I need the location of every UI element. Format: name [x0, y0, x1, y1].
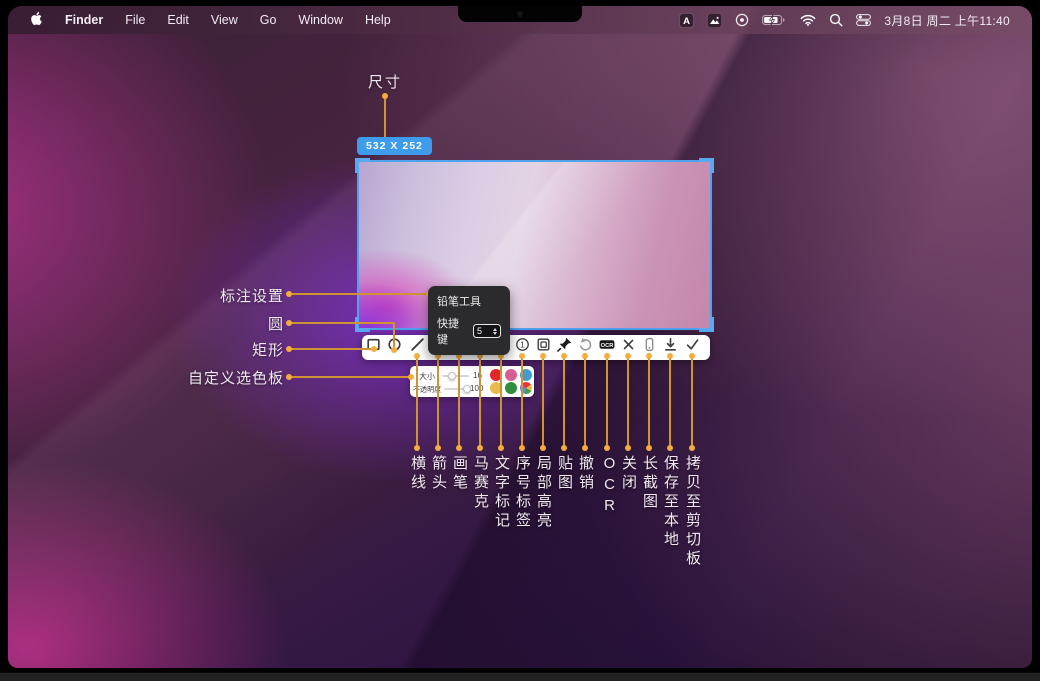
- tool-callout-label: 保存至本地: [662, 455, 679, 550]
- control-center-icon[interactable]: [856, 13, 872, 27]
- circle-callout-line-h: [286, 320, 395, 326]
- tool-callout-line: [667, 353, 673, 451]
- rectangle-callout-label: 矩形: [251, 342, 284, 359]
- screen: Finder File Edit View Go Window Help A 3月8日 周二 …: [8, 6, 1032, 668]
- camera-dot: [517, 11, 523, 17]
- size-label: 大小: [419, 372, 435, 381]
- tool-callout-line: [456, 353, 462, 451]
- menu-go[interactable]: Go: [260, 13, 277, 27]
- tool-callout-label: 关闭: [620, 455, 637, 493]
- pencil-tool-tooltip: 铅笔工具 快捷键 5: [428, 286, 510, 355]
- size-slider-knob[interactable]: [448, 372, 456, 380]
- input-source-icon[interactable]: A: [679, 12, 695, 28]
- circle-callout-line-v: [391, 322, 397, 353]
- menu-window[interactable]: Window: [298, 13, 342, 27]
- tool-callout-line: [519, 353, 525, 451]
- opacity-value: 100: [470, 384, 484, 393]
- selection-handle-top-right[interactable]: [699, 158, 714, 173]
- notch: [458, 6, 582, 22]
- screenshot-app-icon[interactable]: [707, 12, 723, 28]
- tool-callout-line: [435, 353, 441, 451]
- menubar-clock[interactable]: 3月8日 周二 上午11:40: [884, 12, 1010, 29]
- search-icon[interactable]: [829, 13, 843, 27]
- tool-settings-panel: 大小 16 不透明度 100: [410, 366, 534, 397]
- tool-callout-label: 文字标记: [493, 455, 510, 531]
- tool-callout-line: [646, 353, 652, 451]
- tool-callout-line: [540, 353, 546, 451]
- tool-callout-line: [561, 353, 567, 451]
- shortcut-label: 快捷键: [437, 318, 459, 346]
- menu-help[interactable]: Help: [365, 13, 391, 27]
- dimension-callout-label: 尺寸: [367, 74, 402, 91]
- wifi-icon[interactable]: [800, 14, 816, 26]
- tool-callout-line: [625, 353, 631, 451]
- shortcut-value: 5: [477, 326, 483, 336]
- tool-callout-label: 箭头: [430, 455, 447, 493]
- status-circle-icon[interactable]: [735, 13, 749, 27]
- tool-callout-line: [582, 353, 588, 451]
- stepper-arrows-icon[interactable]: [493, 327, 497, 335]
- menu-file[interactable]: File: [125, 13, 145, 27]
- svg-text:1: 1: [520, 340, 525, 350]
- tooltip-title: 铅笔工具: [437, 296, 481, 308]
- laptop-hinge: [0, 672, 1040, 681]
- annotation-settings-callout-line: [286, 291, 432, 297]
- battery-charging-icon[interactable]: [762, 14, 787, 26]
- color-swatch-d55f92[interactable]: [505, 369, 517, 381]
- color-swatch-2f8f3c[interactable]: [505, 382, 517, 394]
- tool-callout-line: [498, 353, 504, 451]
- tool-callout-label: 长截图: [641, 455, 658, 512]
- annotation-settings-callout-label: 标注设置: [219, 288, 284, 305]
- menubar-status-area: A 3月8日 周二 上午11:40: [679, 12, 1010, 29]
- shortcut-stepper[interactable]: 5: [473, 324, 501, 338]
- selection-handle-top-left[interactable]: [355, 158, 370, 173]
- palette-callout-label: 自定义选色板: [187, 370, 284, 387]
- menu-items: Finder File Edit View Go Window Help: [30, 11, 391, 29]
- tool-callout-label: 拷贝至剪切板: [684, 455, 701, 569]
- selection-region[interactable]: [355, 158, 714, 332]
- apple-icon: [31, 12, 42, 26]
- tool-callout-label: 撤销: [577, 455, 594, 493]
- rectangle-callout-line: [286, 346, 377, 352]
- apple-menu[interactable]: [30, 11, 43, 29]
- dimension-callout-line: [382, 93, 388, 140]
- tool-callout-line: [477, 353, 483, 451]
- tool-callout-line: [689, 353, 695, 451]
- selection-handle-bottom-right[interactable]: [699, 317, 714, 332]
- palette-callout-line: [286, 374, 414, 380]
- menu-edit[interactable]: Edit: [167, 13, 189, 27]
- selection-handle-bottom-left[interactable]: [355, 317, 370, 332]
- tool-callout-label: 画笔: [451, 455, 468, 493]
- tool-callout-label: OCR: [601, 455, 618, 518]
- svg-text:OCR: OCR: [601, 343, 615, 349]
- tool-callout-line: [414, 353, 420, 451]
- tool-callout-line: [604, 353, 610, 451]
- size-badge: 532 X 252: [357, 137, 432, 155]
- menu-view[interactable]: View: [211, 13, 238, 27]
- menu-finder[interactable]: Finder: [65, 13, 103, 27]
- laptop-bezel: Finder File Edit View Go Window Help A 3月8日 周二 …: [0, 0, 1040, 681]
- tool-callout-label: 横线: [409, 455, 426, 493]
- tool-callout-label: 贴图: [556, 455, 573, 493]
- svg-text:A: A: [683, 16, 690, 27]
- circle-callout-label: 圆: [267, 316, 284, 333]
- tool-callout-label: 马赛克: [472, 455, 489, 512]
- tool-callout-label: 局部高亮: [535, 455, 552, 531]
- tool-callout-label: 序号标签: [514, 455, 531, 531]
